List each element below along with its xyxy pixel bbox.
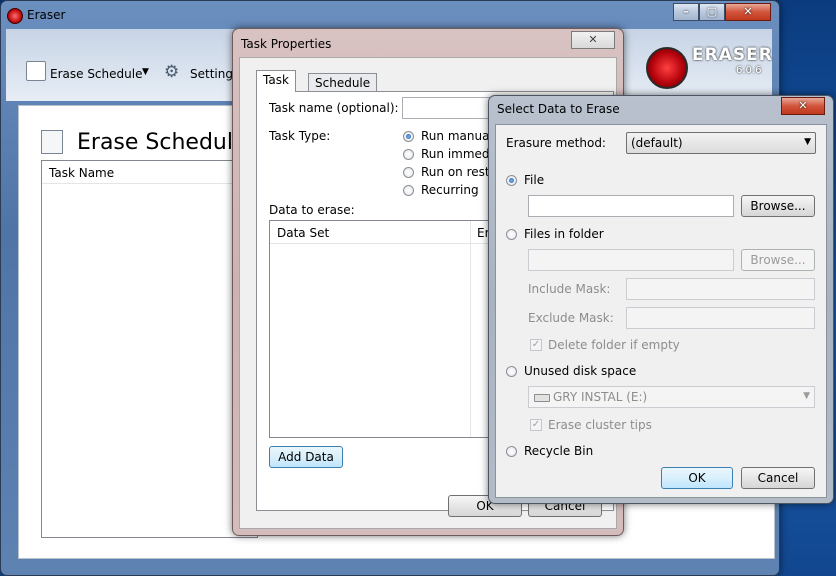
- close-button[interactable]: ✕: [725, 3, 771, 21]
- erase-schedule-button[interactable]: Erase Schedule: [50, 67, 142, 81]
- radio-file[interactable]: [506, 175, 517, 186]
- file-browse-button[interactable]: Browse...: [741, 195, 815, 217]
- select-ok-button[interactable]: OK: [661, 467, 733, 489]
- column-task-name[interactable]: Task Name: [49, 166, 114, 180]
- maximize-button[interactable]: ▢: [699, 3, 725, 21]
- column-divider: [470, 221, 471, 437]
- tab-task[interactable]: Task: [256, 70, 296, 92]
- recycle-bin-label: Recycle Bin: [524, 444, 594, 458]
- page-title: Erase Schedule: [77, 130, 247, 155]
- minimize-button[interactable]: –: [673, 3, 699, 21]
- file-path-input[interactable]: [528, 195, 734, 217]
- column-data-set[interactable]: Data Set: [277, 226, 329, 240]
- data-to-erase-label: Data to erase:: [269, 203, 355, 217]
- task-properties-close-button[interactable]: ✕: [571, 31, 615, 49]
- tab-schedule[interactable]: Schedule: [308, 73, 378, 92]
- delete-folder-checkbox: ✓: [530, 339, 542, 351]
- folder-path-input: [528, 249, 734, 271]
- exclude-mask-input: [626, 307, 815, 329]
- erasure-method-select[interactable]: (default) ▼: [626, 132, 816, 154]
- folder-browse-button: Browse...: [741, 249, 815, 271]
- task-type-label: Task Type:: [269, 129, 331, 143]
- radio-unused-disk-space[interactable]: [506, 366, 517, 377]
- exclude-mask-label: Exclude Mask:: [528, 311, 614, 325]
- files-in-folder-label: Files in folder: [524, 227, 604, 241]
- task-name-label: Task name (optional):: [269, 101, 399, 115]
- erasure-method-label: Erasure method:: [506, 136, 606, 150]
- drive-value: GRY INSTAL (E:): [553, 390, 648, 404]
- select-data-dialog: Select Data to Erase ✕ Erasure method: (…: [488, 95, 834, 504]
- schedule-icon: [26, 61, 46, 81]
- include-mask-label: Include Mask:: [528, 282, 611, 296]
- radio-recurring[interactable]: [403, 185, 414, 196]
- chevron-down-icon: ▼: [804, 137, 811, 147]
- main-window-title: Eraser: [27, 8, 66, 22]
- radio-recycle-bin[interactable]: [506, 446, 517, 457]
- include-mask-input: [626, 278, 815, 300]
- radio-run-immediately[interactable]: [403, 149, 414, 160]
- run-on-restart-label: Run on resta: [421, 165, 497, 179]
- file-label: File: [524, 173, 545, 187]
- erasure-method-value: (default): [631, 136, 683, 150]
- select-cancel-button[interactable]: Cancel: [741, 467, 815, 489]
- recurring-label: Recurring: [421, 183, 479, 197]
- radio-files-in-folder[interactable]: [506, 229, 517, 240]
- delete-folder-label: Delete folder if empty: [548, 338, 680, 352]
- drive-select: GRY INSTAL (E:) ▼: [528, 386, 815, 408]
- erase-cluster-checkbox: ✓: [530, 419, 542, 431]
- task-properties-title: Task Properties: [241, 37, 332, 51]
- add-data-button[interactable]: Add Data: [269, 446, 343, 468]
- radio-run-manually[interactable]: [403, 131, 414, 142]
- erase-cluster-label: Erase cluster tips: [548, 418, 652, 432]
- task-list-header: Task Name: [42, 161, 257, 184]
- chevron-down-icon[interactable]: ▼: [142, 67, 149, 77]
- logo-text: ERASER: [692, 45, 773, 65]
- task-list[interactable]: Task Name: [41, 160, 258, 538]
- eraser-logo-icon: [646, 47, 688, 89]
- chevron-down-icon: ▼: [803, 391, 810, 401]
- schedule-page-icon: [41, 130, 63, 154]
- app-icon: [7, 8, 23, 24]
- version-text: 6.0.6: [736, 65, 762, 76]
- select-data-title: Select Data to Erase: [497, 102, 620, 116]
- select-data-close-button[interactable]: ✕: [781, 97, 825, 115]
- select-data-client: Erasure method: (default) ▼ File Browse.…: [495, 124, 827, 498]
- radio-run-on-restart[interactable]: [403, 167, 414, 178]
- gear-icon: ⚙: [164, 62, 180, 82]
- unused-disk-label: Unused disk space: [524, 364, 637, 378]
- drive-icon: [534, 394, 550, 402]
